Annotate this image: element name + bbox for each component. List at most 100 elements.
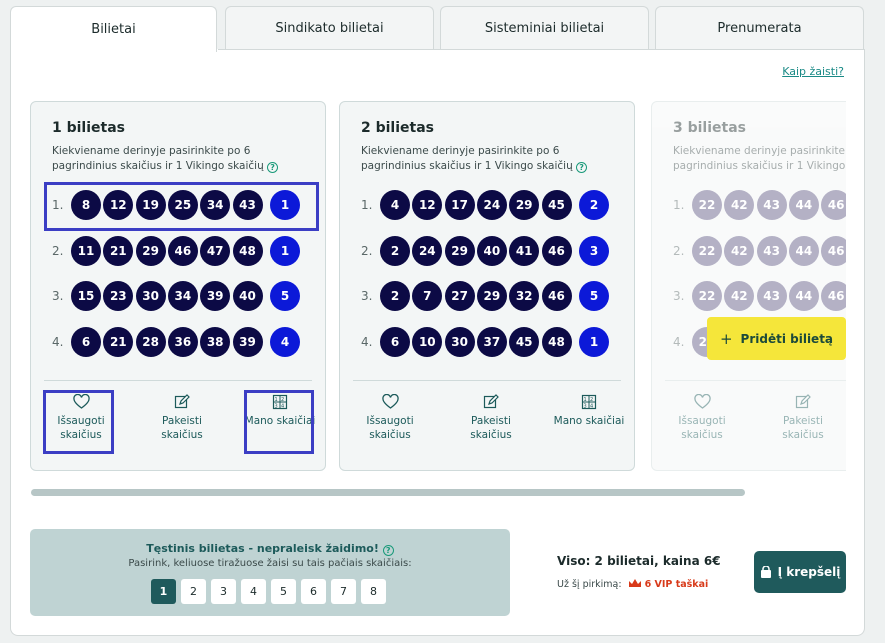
main-number-ball[interactable]: 12 bbox=[412, 190, 443, 220]
main-number-ball[interactable]: 48 bbox=[541, 327, 572, 357]
main-number-ball[interactable]: 21 bbox=[103, 327, 134, 357]
main-number-ball[interactable]: 37 bbox=[476, 327, 507, 357]
main-number-ball[interactable]: 22 bbox=[692, 236, 722, 266]
main-number-ball[interactable]: 39 bbox=[200, 281, 231, 311]
add-to-cart-button[interactable]: Į krepšelį bbox=[754, 551, 846, 593]
main-number-ball[interactable]: 29 bbox=[135, 236, 166, 266]
main-number-ball[interactable]: 22 bbox=[692, 190, 722, 220]
main-number-ball[interactable]: 38 bbox=[200, 327, 231, 357]
main-number-ball[interactable]: 48 bbox=[232, 236, 263, 266]
tab-sindikato-bilietai[interactable]: Sindikato bilietai bbox=[225, 6, 434, 50]
main-number-ball[interactable]: 43 bbox=[756, 236, 787, 266]
main-number-ball[interactable]: 19 bbox=[135, 190, 166, 220]
viking-number-ball[interactable]: 5 bbox=[270, 281, 300, 311]
main-number-ball[interactable]: 46 bbox=[541, 236, 572, 266]
main-number-ball[interactable]: 2 bbox=[380, 281, 410, 311]
tab-bilietai[interactable]: Bilietai bbox=[10, 6, 217, 52]
main-number-ball[interactable]: 25 bbox=[167, 190, 198, 220]
save-numbers-button[interactable]: Išsaugoti skaičius bbox=[350, 392, 430, 452]
main-number-ball[interactable]: 15 bbox=[71, 281, 101, 311]
add-ticket-button[interactable]: + Pridėti bilietą bbox=[707, 317, 846, 360]
main-number-ball[interactable]: 40 bbox=[232, 281, 263, 311]
draw-option[interactable]: 1 bbox=[151, 579, 176, 604]
change-numbers-button[interactable]: Pakeisti skaičius bbox=[451, 392, 531, 452]
main-number-ball[interactable]: 6 bbox=[380, 327, 410, 357]
main-number-ball[interactable]: 22 bbox=[692, 281, 722, 311]
main-number-ball[interactable]: 42 bbox=[724, 281, 755, 311]
main-number-ball[interactable]: 32 bbox=[509, 281, 540, 311]
main-number-ball[interactable]: 44 bbox=[788, 281, 819, 311]
draw-option[interactable]: 7 bbox=[331, 579, 356, 604]
main-number-ball[interactable]: 47 bbox=[200, 236, 231, 266]
viking-number-ball[interactable]: 3 bbox=[579, 236, 609, 266]
viking-number-ball[interactable]: 2 bbox=[579, 190, 609, 220]
main-number-ball[interactable]: 6 bbox=[71, 327, 101, 357]
main-number-ball[interactable]: 40 bbox=[476, 236, 507, 266]
viking-number-ball[interactable]: 1 bbox=[579, 327, 609, 357]
main-number-ball[interactable]: 43 bbox=[756, 281, 787, 311]
main-number-ball[interactable]: 29 bbox=[476, 281, 507, 311]
main-number-ball[interactable]: 42 bbox=[724, 236, 755, 266]
my-numbers-button[interactable]: 1 2 3 4 Mano skaičiai bbox=[549, 392, 629, 452]
main-number-ball[interactable]: 24 bbox=[476, 190, 507, 220]
main-number-ball[interactable]: 41 bbox=[509, 236, 540, 266]
viking-number-ball[interactable]: 5 bbox=[579, 281, 609, 311]
draw-option[interactable]: 2 bbox=[181, 579, 206, 604]
help-icon[interactable]: ? bbox=[382, 545, 394, 556]
main-number-ball[interactable]: 29 bbox=[444, 236, 475, 266]
main-number-ball[interactable]: 23 bbox=[103, 281, 134, 311]
number-row[interactable]: 4. 6 21 28 36 38 39 4 bbox=[52, 327, 312, 357]
draw-option[interactable]: 5 bbox=[271, 579, 296, 604]
main-number-ball[interactable]: 43 bbox=[232, 190, 263, 220]
number-row[interactable]: 2. 22 42 43 44 46 bbox=[673, 236, 846, 266]
draw-option[interactable]: 4 bbox=[241, 579, 266, 604]
help-icon[interactable]: ? bbox=[576, 162, 588, 173]
number-row[interactable]: 2. 11 21 29 46 47 48 1 bbox=[52, 236, 312, 266]
main-number-ball[interactable]: 10 bbox=[412, 327, 443, 357]
main-number-ball[interactable]: 4 bbox=[380, 190, 410, 220]
main-number-ball[interactable]: 45 bbox=[541, 190, 572, 220]
viking-number-ball[interactable]: 1 bbox=[270, 190, 300, 220]
change-numbers-button[interactable]: Pakeisti skaičius bbox=[142, 392, 222, 452]
tab-sisteminiai-bilietai[interactable]: Sisteminiai bilietai bbox=[440, 6, 649, 50]
help-icon[interactable]: ? bbox=[267, 162, 279, 173]
main-number-ball[interactable]: 39 bbox=[232, 327, 263, 357]
number-row[interactable]: 3. 2 7 27 29 32 46 5 bbox=[361, 281, 621, 311]
main-number-ball[interactable]: 17 bbox=[444, 190, 475, 220]
main-number-ball[interactable]: 24 bbox=[412, 236, 443, 266]
main-number-ball[interactable]: 34 bbox=[200, 190, 231, 220]
main-number-ball[interactable]: 46 bbox=[541, 281, 572, 311]
main-number-ball[interactable]: 7 bbox=[412, 281, 443, 311]
draw-option[interactable]: 3 bbox=[211, 579, 236, 604]
number-row[interactable]: 3. 22 42 43 44 46 bbox=[673, 281, 846, 311]
main-number-ball[interactable]: 44 bbox=[788, 236, 819, 266]
number-row[interactable]: 4. 6 10 30 37 45 48 1 bbox=[361, 327, 621, 357]
tab-prenumerata[interactable]: Prenumerata bbox=[655, 6, 864, 50]
number-row[interactable]: 1. 22 42 43 44 46 bbox=[673, 190, 846, 220]
number-row[interactable]: 3. 15 23 30 34 39 40 5 bbox=[52, 281, 312, 311]
main-number-ball[interactable]: 27 bbox=[444, 281, 475, 311]
viking-number-ball[interactable]: 1 bbox=[270, 236, 300, 266]
main-number-ball[interactable]: 43 bbox=[756, 190, 787, 220]
main-number-ball[interactable]: 30 bbox=[135, 281, 166, 311]
main-number-ball[interactable]: 46 bbox=[821, 281, 846, 311]
number-row[interactable]: 1. 8 12 19 25 34 43 1 bbox=[52, 190, 312, 220]
main-number-ball[interactable]: 30 bbox=[444, 327, 475, 357]
main-number-ball[interactable]: 45 bbox=[509, 327, 540, 357]
main-number-ball[interactable]: 11 bbox=[71, 236, 101, 266]
main-number-ball[interactable]: 42 bbox=[724, 190, 755, 220]
save-numbers-button[interactable]: Išsaugoti skaičius bbox=[662, 392, 742, 452]
main-number-ball[interactable]: 8 bbox=[71, 190, 101, 220]
main-number-ball[interactable]: 44 bbox=[788, 190, 819, 220]
main-number-ball[interactable]: 21 bbox=[103, 236, 134, 266]
main-number-ball[interactable]: 46 bbox=[167, 236, 198, 266]
draw-option[interactable]: 6 bbox=[301, 579, 326, 604]
draw-option[interactable]: 8 bbox=[361, 579, 386, 604]
viking-number-ball[interactable]: 4 bbox=[270, 327, 300, 357]
main-number-ball[interactable]: 12 bbox=[103, 190, 134, 220]
save-numbers-button[interactable]: Išsaugoti skaičius bbox=[41, 392, 121, 452]
main-number-ball[interactable]: 2 bbox=[380, 236, 410, 266]
main-number-ball[interactable]: 46 bbox=[821, 236, 846, 266]
main-number-ball[interactable]: 34 bbox=[167, 281, 198, 311]
main-number-ball[interactable]: 46 bbox=[821, 190, 846, 220]
